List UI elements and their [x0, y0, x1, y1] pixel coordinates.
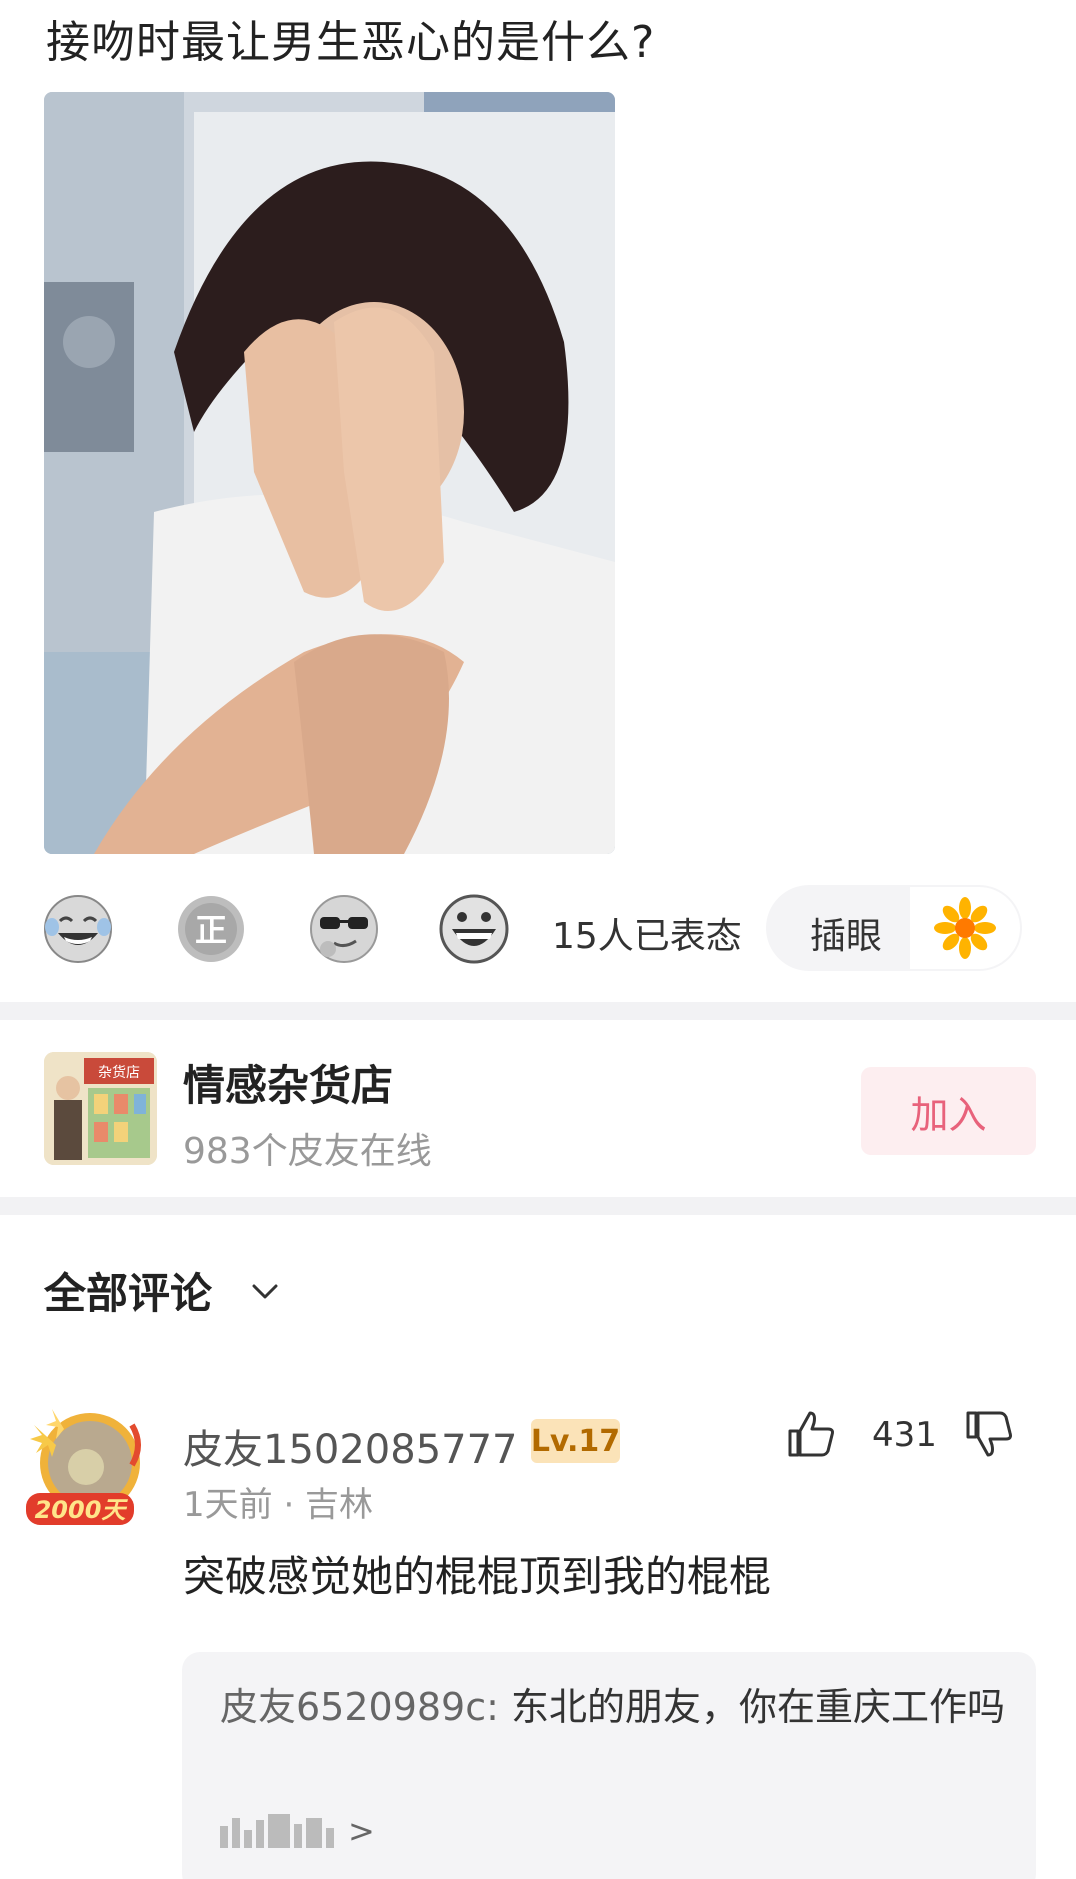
reply-more-link[interactable]: > [220, 1812, 375, 1850]
reaction-count: 15人已表态 [552, 916, 742, 957]
reply-username[interactable]: 皮友6520989c [220, 1685, 486, 1729]
chevron-down-icon[interactable] [248, 1274, 282, 1308]
reply-separator: : [486, 1685, 499, 1729]
reply-more-obscured [220, 1814, 334, 1848]
reaction-bar: 正 15人已表态 插眼 [0, 885, 1076, 985]
comment-meta: 1天前 · 吉林 [183, 1485, 374, 1525]
group-card[interactable]: 杂货店 情感杂货店 983个皮友在线 加入 [0, 1022, 1076, 1197]
section-divider [0, 1002, 1076, 1020]
reaction-pill-label[interactable]: 插眼 [810, 907, 882, 959]
post-image[interactable] [44, 92, 615, 854]
sunglasses-emoji-icon[interactable] [308, 893, 380, 965]
comment-text: 突破感觉她的棍棍顶到我的棍棍 [183, 1552, 772, 1601]
comment-item: 2000天 皮友1502085777 Lv.17 1天前 · 吉林 431 突破… [0, 1405, 1076, 1879]
group-name[interactable]: 情感杂货店 [183, 1052, 393, 1113]
like-count: 431 [872, 1415, 937, 1455]
zheng-badge-emoji-icon[interactable]: 正 [175, 893, 247, 965]
group-avatar-sign: 杂货店 [98, 1064, 140, 1081]
svg-text:正: 正 [195, 911, 227, 949]
laughing-tears-emoji-icon[interactable] [42, 893, 114, 965]
reply-text: 东北的朋友，你在重庆工作吗 [511, 1685, 1006, 1729]
post-title: 接吻时最让男生恶心的是什么? [46, 17, 656, 68]
thumbs-down-icon[interactable] [962, 1407, 1016, 1461]
comments-header[interactable]: 全部评论 [44, 1260, 282, 1321]
grinning-emoji-icon[interactable] [438, 893, 510, 965]
reply-content: 皮友6520989c: 东北的朋友，你在重庆工作吗 [220, 1678, 1010, 1736]
post-image-illustration [44, 92, 615, 854]
avatar[interactable]: 2000天 [26, 1405, 154, 1533]
comment-username[interactable]: 皮友1502085777 [183, 1417, 518, 1475]
sunflower-icon[interactable] [910, 887, 1020, 969]
avatar-days-badge: 2000天 [35, 1496, 129, 1524]
group-online-count: 983个皮友在线 [183, 1131, 432, 1172]
level-badge: Lv.17 [531, 1419, 620, 1463]
reply-more-arrow[interactable]: > [348, 1812, 375, 1850]
reply-box[interactable]: 皮友6520989c: 东北的朋友，你在重庆工作吗 > [182, 1652, 1036, 1879]
comments-title: 全部评论 [44, 1269, 213, 1318]
thumbs-up-icon[interactable] [784, 1407, 838, 1461]
group-avatar[interactable]: 杂货店 [44, 1052, 157, 1165]
section-divider [0, 1197, 1076, 1215]
join-button[interactable]: 加入 [861, 1067, 1036, 1155]
